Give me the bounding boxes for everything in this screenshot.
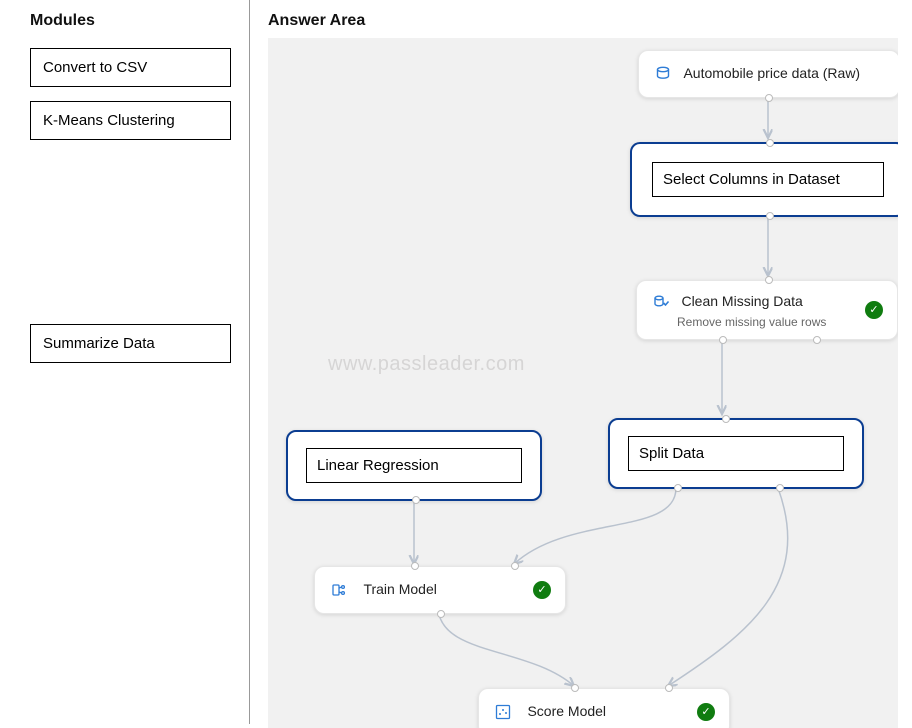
input-port-2[interactable] (665, 684, 673, 692)
input-port[interactable] (765, 276, 773, 284)
node-label: Clean Missing Data (681, 293, 802, 309)
node-sublabel: Remove missing value rows (677, 315, 881, 329)
node-label: Train Model (363, 581, 436, 597)
modules-heading: Modules (30, 12, 231, 30)
node-label: Automobile price data (Raw) (683, 65, 860, 81)
success-icon: ✓ (865, 301, 883, 319)
input-port[interactable] (722, 415, 730, 423)
node-score-model[interactable]: Score Model ✓ (478, 688, 730, 728)
train-icon (331, 582, 347, 598)
dataset-icon (655, 66, 671, 82)
drop-target[interactable]: Linear Regression (306, 448, 522, 483)
output-port-2[interactable] (813, 336, 821, 344)
node-automobile-raw[interactable]: Automobile price data (Raw) (638, 50, 898, 98)
output-port-1[interactable] (674, 484, 682, 492)
watermark-text: www.passleader.com (328, 353, 525, 376)
pipeline-canvas[interactable]: Automobile price data (Raw) Select Colum… (268, 38, 898, 728)
answer-area-panel: Answer Area (250, 0, 912, 724)
input-port-2[interactable] (511, 562, 519, 570)
clean-icon (653, 294, 669, 310)
node-clean-missing[interactable]: Clean Missing Data Remove missing value … (636, 280, 898, 340)
modules-panel: Modules Convert to CSV K-Means Clusterin… (0, 0, 250, 724)
output-port-1[interactable] (719, 336, 727, 344)
drop-target[interactable]: Select Columns in Dataset (652, 162, 884, 197)
output-port[interactable] (412, 496, 420, 504)
output-port[interactable] (766, 212, 774, 220)
output-port-2[interactable] (776, 484, 784, 492)
node-linear-regression[interactable]: Linear Regression (286, 430, 542, 501)
output-port[interactable] (765, 94, 773, 102)
success-icon: ✓ (697, 703, 715, 721)
node-select-columns[interactable]: Select Columns in Dataset (630, 142, 898, 217)
score-icon (495, 704, 511, 720)
node-label: Score Model (527, 703, 606, 719)
answer-area-heading: Answer Area (268, 12, 908, 30)
success-icon: ✓ (533, 581, 551, 599)
module-convert-to-csv[interactable]: Convert to CSV (30, 48, 231, 87)
node-train-model[interactable]: Train Model ✓ (314, 566, 566, 614)
module-kmeans-clustering[interactable]: K-Means Clustering (30, 101, 231, 140)
module-summarize-data[interactable]: Summarize Data (30, 324, 231, 363)
input-port-1[interactable] (571, 684, 579, 692)
input-port[interactable] (766, 139, 774, 147)
node-split-data[interactable]: Split Data (608, 418, 864, 489)
output-port[interactable] (437, 610, 445, 618)
drop-target[interactable]: Split Data (628, 436, 844, 471)
input-port-1[interactable] (411, 562, 419, 570)
